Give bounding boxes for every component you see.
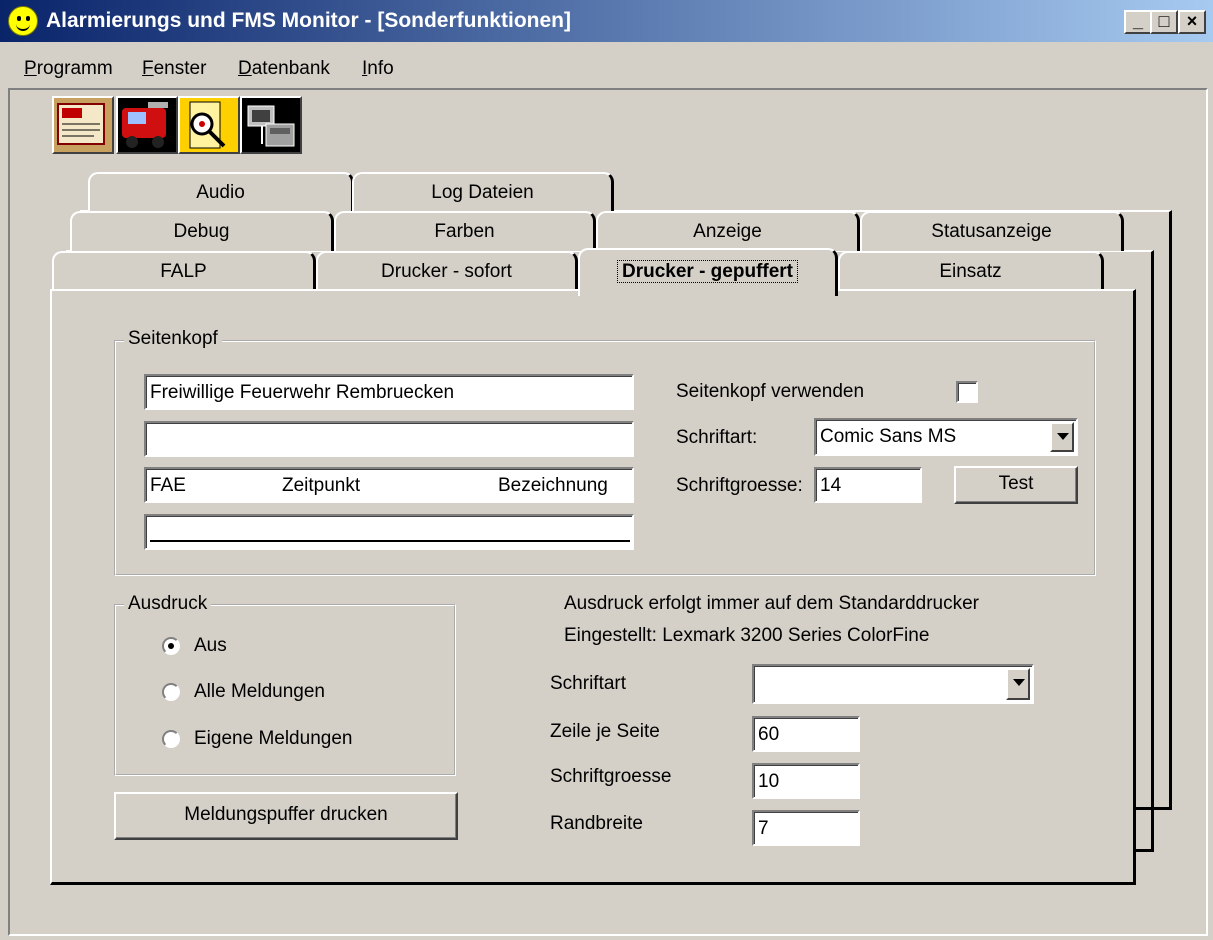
meldungspuffer-drucken-button[interactable]: Meldungspuffer drucken [114, 792, 458, 840]
printer-font-size-label: Schriftgroesse [550, 766, 672, 787]
close-button[interactable]: × [1178, 10, 1206, 34]
header-size-label: Schriftgroesse: [676, 475, 803, 496]
header-col-bezeichnung: Bezeichnung [498, 475, 608, 496]
radio-alle-meldungen[interactable] [162, 683, 180, 701]
lines-per-page-label: Zeile je Seite [550, 721, 660, 742]
window-title: Alarmierungs und FMS Monitor - [Sonderfu… [46, 9, 571, 32]
minimize-button[interactable]: _ [1124, 10, 1152, 34]
tab-drucker-gepuffert[interactable]: Drucker - gepuffert [578, 248, 838, 296]
header-separator-line [150, 540, 630, 542]
margin-width-input[interactable]: 7 [752, 810, 860, 846]
header-font-select[interactable]: Comic Sans MS [814, 418, 1078, 456]
printer-info-line-2: Eingestellt: Lexmark 3200 Series ColorFi… [564, 625, 930, 646]
printer-font-select[interactable] [752, 664, 1034, 704]
header-line-4-input[interactable] [144, 514, 634, 550]
header-line-3-input[interactable]: FAE Zeitpunkt Bezeichnung [144, 467, 634, 503]
tab-falp[interactable]: FALP [52, 251, 316, 291]
header-line-2-input[interactable] [144, 421, 634, 457]
radio-alle-meldungen-label[interactable]: Alle Meldungen [194, 680, 325, 704]
header-line-1-input[interactable]: Freiwillige Feuerwehr Rembruecken [144, 374, 634, 410]
header-col-zeitpunkt: Zeitpunkt [282, 475, 361, 496]
header-size-input[interactable]: 14 [814, 467, 922, 503]
margin-width-label: Randbreite [550, 813, 643, 834]
seitenkopf-group-title: Seitenkopf [124, 328, 222, 350]
menu-fenster[interactable]: Fenster [142, 56, 206, 82]
chevron-down-icon[interactable] [1006, 668, 1030, 700]
menu-programm[interactable]: Programm [24, 56, 113, 82]
menu-info[interactable]: Info [362, 56, 394, 82]
tab-audio[interactable]: Audio [88, 172, 354, 212]
radio-aus[interactable] [162, 637, 180, 655]
alarm-log-icon[interactable] [52, 96, 114, 154]
seitenkopf-verwenden-label: Seitenkopf verwenden [676, 381, 865, 402]
lines-per-page-input[interactable]: 60 [752, 716, 860, 752]
tab-drucker-sofort[interactable]: Drucker - sofort [316, 251, 578, 291]
header-font-label: Schriftart: [676, 427, 758, 448]
seitenkopf-verwenden-checkbox[interactable] [956, 381, 978, 403]
tab-debug[interactable]: Debug [70, 211, 334, 251]
tab-anzeige[interactable]: Anzeige [596, 211, 860, 251]
test-button[interactable]: Test [954, 466, 1078, 504]
header-font-value: Comic Sans MS [820, 426, 957, 447]
printer-font-size-input[interactable]: 10 [752, 763, 860, 799]
restore-button[interactable]: □ [1150, 10, 1178, 34]
network-computer-icon[interactable] [240, 96, 302, 154]
tab-log-dateien[interactable]: Log Dateien [352, 172, 614, 212]
radio-aus-label[interactable]: Aus [194, 634, 227, 658]
smiley-app-icon[interactable] [8, 6, 38, 36]
menu-datenbank[interactable]: Datenbank [238, 56, 330, 82]
fire-truck-icon[interactable] [116, 96, 178, 154]
radio-eigene-meldungen[interactable] [162, 730, 180, 748]
printer-font-label: Schriftart [550, 673, 627, 694]
magnifier-search-icon[interactable] [178, 96, 240, 154]
chevron-down-icon[interactable] [1050, 422, 1074, 452]
printer-info-line-1: Ausdruck erfolgt immer auf dem Standardd… [564, 593, 980, 614]
tab-farben[interactable]: Farben [334, 211, 596, 251]
tab-statusanzeige[interactable]: Statusanzeige [860, 211, 1124, 251]
tab-einsatz[interactable]: Einsatz [838, 251, 1104, 291]
ausdruck-group-title: Ausdruck [124, 593, 212, 615]
header-col-fae: FAE [150, 475, 186, 496]
radio-eigene-meldungen-label[interactable]: Eigene Meldungen [194, 727, 352, 751]
